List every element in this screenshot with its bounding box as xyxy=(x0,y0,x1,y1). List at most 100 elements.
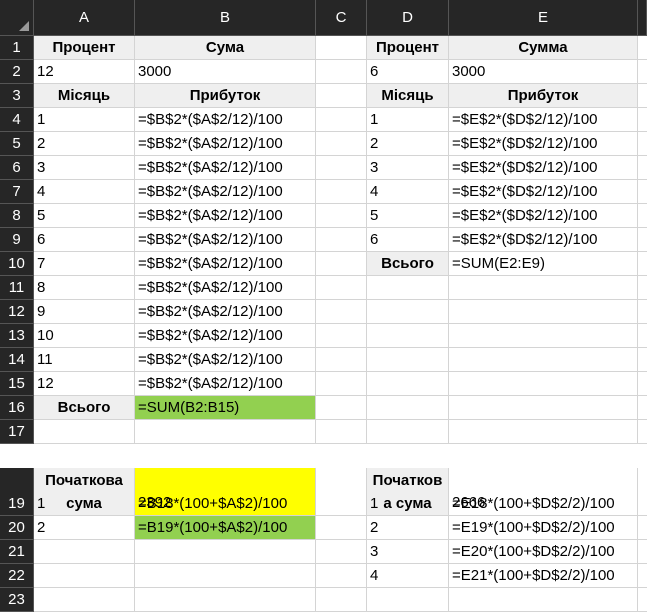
cell-a22[interactable] xyxy=(34,564,135,588)
cell-d1[interactable]: Процент xyxy=(367,36,449,60)
cell-e7[interactable]: =$E$2*($D$2/12)/100 xyxy=(449,180,638,204)
cell-c10[interactable] xyxy=(316,252,367,276)
cell-b21[interactable] xyxy=(135,540,316,564)
cell-e17[interactable] xyxy=(449,420,638,444)
row-header-12[interactable]: 12 xyxy=(0,300,34,324)
cell-e11[interactable] xyxy=(449,276,638,300)
row-header-13[interactable]: 13 xyxy=(0,324,34,348)
cell-b17[interactable] xyxy=(135,420,316,444)
cell-b5[interactable]: =$B$2*($A$2/12)/100 xyxy=(135,132,316,156)
cell-c1[interactable] xyxy=(316,36,367,60)
cell-a23[interactable] xyxy=(34,588,135,612)
spreadsheet-grid[interactable]: ABCDE12345678910111213141516171819202122… xyxy=(0,0,647,612)
column-header-b[interactable]: B xyxy=(135,0,316,36)
column-header-d[interactable]: D xyxy=(367,0,449,36)
column-header-a[interactable]: A xyxy=(34,0,135,36)
cell-c4[interactable] xyxy=(316,108,367,132)
cell-b14[interactable]: =$B$2*($A$2/12)/100 xyxy=(135,348,316,372)
cell-d11[interactable] xyxy=(367,276,449,300)
cell-a2[interactable]: 12 xyxy=(34,60,135,84)
cell-d7[interactable]: 4 xyxy=(367,180,449,204)
column-header-e[interactable]: E xyxy=(449,0,638,36)
cell-a5[interactable]: 2 xyxy=(34,132,135,156)
cell-b3[interactable]: Прибуток xyxy=(135,84,316,108)
cell-d19[interactable]: 1 xyxy=(367,492,449,516)
cell-c17[interactable] xyxy=(316,420,367,444)
cell-a11[interactable]: 8 xyxy=(34,276,135,300)
cell-a13[interactable]: 10 xyxy=(34,324,135,348)
cell-a10[interactable]: 7 xyxy=(34,252,135,276)
cell-d13[interactable] xyxy=(367,324,449,348)
cell-c5[interactable] xyxy=(316,132,367,156)
row-header-2[interactable]: 2 xyxy=(0,60,34,84)
cell-d6[interactable]: 3 xyxy=(367,156,449,180)
row-header-17[interactable]: 17 xyxy=(0,420,34,444)
cell-d9[interactable]: 6 xyxy=(367,228,449,252)
cell-b2[interactable]: 3000 xyxy=(135,60,316,84)
cell-e13[interactable] xyxy=(449,324,638,348)
cell-d16[interactable] xyxy=(367,396,449,420)
row-header-14[interactable]: 14 xyxy=(0,348,34,372)
cell-b20[interactable]: =B19*(100+$A$2)/100 xyxy=(135,516,316,540)
cell-b6[interactable]: =$B$2*($A$2/12)/100 xyxy=(135,156,316,180)
cell-a1[interactable]: Процент xyxy=(34,36,135,60)
cell-d17[interactable] xyxy=(367,420,449,444)
row-header-19[interactable]: 19 xyxy=(0,492,34,516)
row-header-8[interactable]: 8 xyxy=(0,204,34,228)
cell-e5[interactable]: =$E$2*($D$2/12)/100 xyxy=(449,132,638,156)
cell-e20[interactable]: =E19*(100+$D$2/2)/100 xyxy=(449,516,638,540)
cell-e1[interactable]: Сумма xyxy=(449,36,638,60)
cell-c2[interactable] xyxy=(316,60,367,84)
cell-a20[interactable]: 2 xyxy=(34,516,135,540)
cell-d15[interactable] xyxy=(367,372,449,396)
cell-d22[interactable]: 4 xyxy=(367,564,449,588)
cell-c16[interactable] xyxy=(316,396,367,420)
cell-c8[interactable] xyxy=(316,204,367,228)
cell-e22[interactable]: =E21*(100+$D$2/2)/100 xyxy=(449,564,638,588)
cell-c21[interactable] xyxy=(316,540,367,564)
cell-e14[interactable] xyxy=(449,348,638,372)
cell-e19[interactable]: =E18*(100+$D$2/2)/100 xyxy=(449,492,638,516)
cell-d4[interactable]: 1 xyxy=(367,108,449,132)
cell-e23[interactable] xyxy=(449,588,638,612)
cell-e6[interactable]: =$E$2*($D$2/12)/100 xyxy=(449,156,638,180)
cell-a8[interactable]: 5 xyxy=(34,204,135,228)
cell-a6[interactable]: 3 xyxy=(34,156,135,180)
cell-c15[interactable] xyxy=(316,372,367,396)
row-header-11[interactable]: 11 xyxy=(0,276,34,300)
cell-b10[interactable]: =$B$2*($A$2/12)/100 xyxy=(135,252,316,276)
cell-e10[interactable]: =SUM(E2:E9) xyxy=(449,252,638,276)
cell-b11[interactable]: =$B$2*($A$2/12)/100 xyxy=(135,276,316,300)
select-all-corner[interactable] xyxy=(0,0,34,36)
cell-a15[interactable]: 12 xyxy=(34,372,135,396)
row-header-7[interactable]: 7 xyxy=(0,180,34,204)
cell-d23[interactable] xyxy=(367,588,449,612)
cell-b19[interactable]: =B18*(100+$A$2)/100 xyxy=(135,492,316,516)
row-header-23[interactable]: 23 xyxy=(0,588,34,612)
cell-e12[interactable] xyxy=(449,300,638,324)
cell-c12[interactable] xyxy=(316,300,367,324)
cell-e2[interactable]: 3000 xyxy=(449,60,638,84)
cell-c3[interactable] xyxy=(316,84,367,108)
cell-e4[interactable]: =$E$2*($D$2/12)/100 xyxy=(449,108,638,132)
cell-a14[interactable]: 11 xyxy=(34,348,135,372)
cell-c22[interactable] xyxy=(316,564,367,588)
cell-d10[interactable]: Всього xyxy=(367,252,449,276)
cell-a9[interactable]: 6 xyxy=(34,228,135,252)
cell-b7[interactable]: =$B$2*($A$2/12)/100 xyxy=(135,180,316,204)
cell-a12[interactable]: 9 xyxy=(34,300,135,324)
cell-d14[interactable] xyxy=(367,348,449,372)
cell-e8[interactable]: =$E$2*($D$2/12)/100 xyxy=(449,204,638,228)
row-header-21[interactable]: 21 xyxy=(0,540,34,564)
row-header-15[interactable]: 15 xyxy=(0,372,34,396)
row-header-4[interactable]: 4 xyxy=(0,108,34,132)
cell-a7[interactable]: 4 xyxy=(34,180,135,204)
cell-e21[interactable]: =E20*(100+$D$2/2)/100 xyxy=(449,540,638,564)
cell-b8[interactable]: =$B$2*($A$2/12)/100 xyxy=(135,204,316,228)
cell-d2[interactable]: 6 xyxy=(367,60,449,84)
cell-b12[interactable]: =$B$2*($A$2/12)/100 xyxy=(135,300,316,324)
cell-a21[interactable] xyxy=(34,540,135,564)
cell-e16[interactable] xyxy=(449,396,638,420)
cell-c14[interactable] xyxy=(316,348,367,372)
cell-e9[interactable]: =$E$2*($D$2/12)/100 xyxy=(449,228,638,252)
